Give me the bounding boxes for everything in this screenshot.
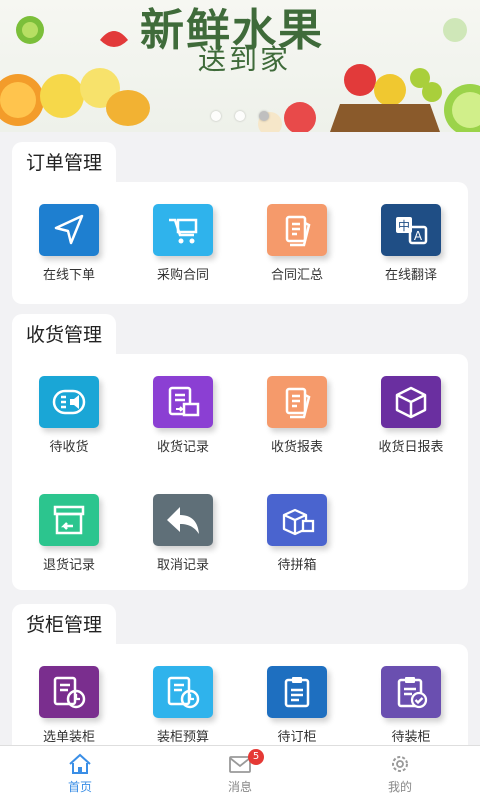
menu-item[interactable]: 收货报表 xyxy=(240,354,354,472)
icon-grid: 待收货 收货记录 收货报表 收货日报表退货记录 取消记录 待拼箱 xyxy=(12,354,468,590)
menu-item-label: 合同汇总 xyxy=(270,268,323,283)
menu-item[interactable]: 退货记录 xyxy=(12,472,126,590)
tab-home[interactable]: 首页 xyxy=(0,746,160,800)
carousel-indicator xyxy=(0,111,480,121)
section-card: 待收货 收货记录 收货报表 收货日报表退货记录 取消记录 待拼箱 xyxy=(12,354,468,590)
menu-item[interactable]: 收货日报表 xyxy=(354,354,468,472)
boxes-icon xyxy=(267,494,327,546)
home-icon xyxy=(69,753,91,774)
documents-icon xyxy=(267,376,327,428)
tab-label: 首页 xyxy=(67,780,92,794)
section-card: 在线下单 采购合同 合同汇总 中 A 在线翻译 xyxy=(12,182,468,304)
menu-item-label: 在线翻译 xyxy=(384,268,437,283)
menu-item-label: 选单装柜 xyxy=(42,730,95,745)
menu-item-label: 待装柜 xyxy=(391,730,431,745)
menu-item-label: 待收货 xyxy=(49,440,89,455)
box-icon xyxy=(381,376,441,428)
menu-item-label: 取消记录 xyxy=(156,558,209,573)
bottom-tab-bar: 首页 5 消息 我的 xyxy=(0,745,480,800)
navigation-arrow-icon xyxy=(39,204,99,256)
menu-item[interactable]: 合同汇总 xyxy=(240,182,354,300)
menu-item-label: 待拼箱 xyxy=(277,558,317,573)
menu-item[interactable]: 在线下单 xyxy=(12,182,126,300)
carousel-dot[interactable] xyxy=(259,111,269,121)
tab-label: 我的 xyxy=(387,780,412,794)
return-box-icon xyxy=(39,494,99,546)
section-title: 订单管理 xyxy=(12,142,117,184)
list-speaker-icon xyxy=(39,376,99,428)
gear-icon xyxy=(392,756,408,772)
clipboard-icon xyxy=(267,666,327,718)
menu-item-label: 待订柜 xyxy=(277,730,317,745)
menu-item[interactable]: 中 A 在线翻译 xyxy=(354,182,468,300)
banner-subtitle: 送到家 xyxy=(198,43,292,76)
menu-item-label: 收货日报表 xyxy=(378,440,444,455)
menu-item[interactable]: 取消记录 xyxy=(126,472,240,590)
menu-item-label: 收货记录 xyxy=(156,440,209,455)
menu-item-label: 退货记录 xyxy=(42,558,95,573)
tab-messages[interactable]: 5 消息 xyxy=(160,746,320,800)
clock-document-icon xyxy=(39,666,99,718)
menu-item[interactable]: 待拼箱 xyxy=(240,472,354,590)
menu-item-label: 装柜预算 xyxy=(156,730,209,745)
menu-item[interactable]: 待收货 xyxy=(12,354,126,472)
banner[interactable]: 新鲜水果 送到家 xyxy=(0,0,480,132)
clock-document-icon xyxy=(153,666,213,718)
unread-badge: 5 xyxy=(248,749,264,765)
tab-label: 消息 xyxy=(227,780,252,794)
record-box-icon xyxy=(153,376,213,428)
icon-grid: 在线下单 采购合同 合同汇总 中 A 在线翻译 xyxy=(12,182,468,300)
section-title: 货柜管理 xyxy=(12,604,117,646)
svg-text:A: A xyxy=(414,229,423,243)
carousel-dot[interactable] xyxy=(211,111,221,121)
cart-icon xyxy=(153,204,213,256)
carousel-dot[interactable] xyxy=(235,111,245,121)
menu-item[interactable]: 收货记录 xyxy=(126,354,240,472)
clipboard-check-icon xyxy=(381,666,441,718)
menu-item-label: 在线下单 xyxy=(42,268,95,283)
section-title: 收货管理 xyxy=(12,314,117,356)
svg-text:中: 中 xyxy=(398,218,410,233)
undo-arrow-icon xyxy=(153,494,213,546)
menu-item-label: 收货报表 xyxy=(270,440,323,455)
translate-icon: 中A xyxy=(381,204,441,256)
menu-item[interactable]: 采购合同 xyxy=(126,182,240,300)
documents-icon xyxy=(267,204,327,256)
tab-mine[interactable]: 我的 xyxy=(320,746,480,800)
menu-item-label: 采购合同 xyxy=(156,268,209,283)
